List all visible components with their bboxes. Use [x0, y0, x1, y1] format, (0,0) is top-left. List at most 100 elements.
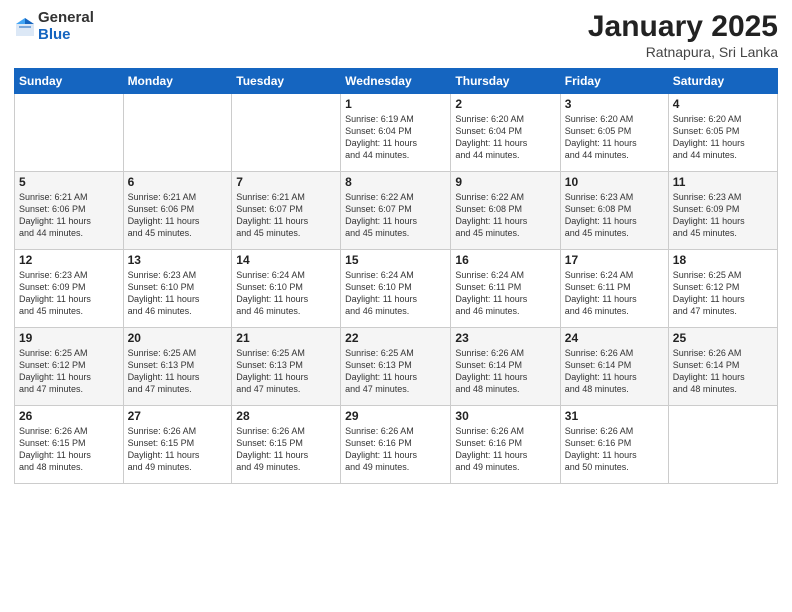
day-info: Sunrise: 6:22 AM Sunset: 6:08 PM Dayligh…: [455, 191, 555, 240]
day-number: 21: [236, 331, 336, 345]
title-block: January 2025 Ratnapura, Sri Lanka: [588, 10, 778, 60]
day-number: 10: [565, 175, 664, 189]
calendar-week-row: 12 Sunrise: 6:23 AM Sunset: 6:09 PM Dayli…: [15, 250, 778, 328]
table-row: [668, 406, 777, 484]
day-info: Sunrise: 6:23 AM Sunset: 6:09 PM Dayligh…: [673, 191, 773, 240]
day-info: Sunrise: 6:24 AM Sunset: 6:11 PM Dayligh…: [455, 269, 555, 318]
table-row: 17 Sunrise: 6:24 AM Sunset: 6:11 PM Dayli…: [560, 250, 668, 328]
day-number: 27: [128, 409, 228, 423]
table-row: 4 Sunrise: 6:20 AM Sunset: 6:05 PM Daylig…: [668, 94, 777, 172]
day-info: Sunrise: 6:20 AM Sunset: 6:04 PM Dayligh…: [455, 113, 555, 162]
day-number: 22: [345, 331, 446, 345]
day-info: Sunrise: 6:26 AM Sunset: 6:15 PM Dayligh…: [19, 425, 119, 474]
day-info: Sunrise: 6:23 AM Sunset: 6:10 PM Dayligh…: [128, 269, 228, 318]
day-number: 17: [565, 253, 664, 267]
day-number: 6: [128, 175, 228, 189]
table-row: 19 Sunrise: 6:25 AM Sunset: 6:12 PM Dayli…: [15, 328, 124, 406]
day-info: Sunrise: 6:23 AM Sunset: 6:08 PM Dayligh…: [565, 191, 664, 240]
logo-general-text: General: [38, 10, 94, 27]
header-thursday: Thursday: [451, 69, 560, 94]
header-saturday: Saturday: [668, 69, 777, 94]
table-row: [15, 94, 124, 172]
day-number: 8: [345, 175, 446, 189]
day-info: Sunrise: 6:26 AM Sunset: 6:16 PM Dayligh…: [565, 425, 664, 474]
logo-text: General Blue: [38, 10, 94, 43]
day-number: 1: [345, 97, 446, 111]
table-row: 20 Sunrise: 6:25 AM Sunset: 6:13 PM Dayli…: [123, 328, 232, 406]
table-row: 5 Sunrise: 6:21 AM Sunset: 6:06 PM Daylig…: [15, 172, 124, 250]
day-info: Sunrise: 6:26 AM Sunset: 6:16 PM Dayligh…: [455, 425, 555, 474]
day-number: 14: [236, 253, 336, 267]
header-monday: Monday: [123, 69, 232, 94]
day-info: Sunrise: 6:21 AM Sunset: 6:06 PM Dayligh…: [128, 191, 228, 240]
page: General Blue January 2025 Ratnapura, Sri…: [0, 0, 792, 612]
table-row: [123, 94, 232, 172]
table-row: 14 Sunrise: 6:24 AM Sunset: 6:10 PM Dayli…: [232, 250, 341, 328]
calendar-week-row: 19 Sunrise: 6:25 AM Sunset: 6:12 PM Dayli…: [15, 328, 778, 406]
day-info: Sunrise: 6:26 AM Sunset: 6:15 PM Dayligh…: [236, 425, 336, 474]
day-number: 28: [236, 409, 336, 423]
calendar-table: Sunday Monday Tuesday Wednesday Thursday…: [14, 68, 778, 484]
day-number: 20: [128, 331, 228, 345]
table-row: [232, 94, 341, 172]
day-info: Sunrise: 6:19 AM Sunset: 6:04 PM Dayligh…: [345, 113, 446, 162]
day-info: Sunrise: 6:20 AM Sunset: 6:05 PM Dayligh…: [565, 113, 664, 162]
table-row: 3 Sunrise: 6:20 AM Sunset: 6:05 PM Daylig…: [560, 94, 668, 172]
table-row: 22 Sunrise: 6:25 AM Sunset: 6:13 PM Dayli…: [341, 328, 451, 406]
calendar-location: Ratnapura, Sri Lanka: [588, 44, 778, 60]
day-info: Sunrise: 6:25 AM Sunset: 6:13 PM Dayligh…: [128, 347, 228, 396]
table-row: 26 Sunrise: 6:26 AM Sunset: 6:15 PM Dayli…: [15, 406, 124, 484]
table-row: 13 Sunrise: 6:23 AM Sunset: 6:10 PM Dayli…: [123, 250, 232, 328]
table-row: 10 Sunrise: 6:23 AM Sunset: 6:08 PM Dayli…: [560, 172, 668, 250]
header: General Blue January 2025 Ratnapura, Sri…: [14, 10, 778, 60]
day-number: 29: [345, 409, 446, 423]
day-info: Sunrise: 6:24 AM Sunset: 6:10 PM Dayligh…: [236, 269, 336, 318]
day-info: Sunrise: 6:21 AM Sunset: 6:06 PM Dayligh…: [19, 191, 119, 240]
day-info: Sunrise: 6:25 AM Sunset: 6:12 PM Dayligh…: [19, 347, 119, 396]
day-info: Sunrise: 6:24 AM Sunset: 6:10 PM Dayligh…: [345, 269, 446, 318]
day-info: Sunrise: 6:26 AM Sunset: 6:16 PM Dayligh…: [345, 425, 446, 474]
day-info: Sunrise: 6:25 AM Sunset: 6:13 PM Dayligh…: [345, 347, 446, 396]
day-number: 12: [19, 253, 119, 267]
day-info: Sunrise: 6:26 AM Sunset: 6:15 PM Dayligh…: [128, 425, 228, 474]
weekday-header-row: Sunday Monday Tuesday Wednesday Thursday…: [15, 69, 778, 94]
day-number: 3: [565, 97, 664, 111]
day-info: Sunrise: 6:26 AM Sunset: 6:14 PM Dayligh…: [673, 347, 773, 396]
day-number: 5: [19, 175, 119, 189]
header-friday: Friday: [560, 69, 668, 94]
day-info: Sunrise: 6:26 AM Sunset: 6:14 PM Dayligh…: [565, 347, 664, 396]
calendar-week-row: 5 Sunrise: 6:21 AM Sunset: 6:06 PM Daylig…: [15, 172, 778, 250]
header-sunday: Sunday: [15, 69, 124, 94]
day-number: 7: [236, 175, 336, 189]
calendar-week-row: 26 Sunrise: 6:26 AM Sunset: 6:15 PM Dayli…: [15, 406, 778, 484]
day-number: 23: [455, 331, 555, 345]
table-row: 23 Sunrise: 6:26 AM Sunset: 6:14 PM Dayli…: [451, 328, 560, 406]
day-number: 11: [673, 175, 773, 189]
day-info: Sunrise: 6:26 AM Sunset: 6:14 PM Dayligh…: [455, 347, 555, 396]
table-row: 25 Sunrise: 6:26 AM Sunset: 6:14 PM Dayli…: [668, 328, 777, 406]
day-number: 4: [673, 97, 773, 111]
day-number: 26: [19, 409, 119, 423]
table-row: 30 Sunrise: 6:26 AM Sunset: 6:16 PM Dayli…: [451, 406, 560, 484]
day-number: 13: [128, 253, 228, 267]
day-info: Sunrise: 6:20 AM Sunset: 6:05 PM Dayligh…: [673, 113, 773, 162]
calendar-week-row: 1 Sunrise: 6:19 AM Sunset: 6:04 PM Daylig…: [15, 94, 778, 172]
table-row: 16Sunrise: 6:24 AM Sunset: 6:11 PM Dayli…: [451, 250, 560, 328]
day-info: Sunrise: 6:23 AM Sunset: 6:09 PM Dayligh…: [19, 269, 119, 318]
day-info: Sunrise: 6:25 AM Sunset: 6:13 PM Dayligh…: [236, 347, 336, 396]
day-number: 31: [565, 409, 664, 423]
day-number: 25: [673, 331, 773, 345]
day-number: 2: [455, 97, 555, 111]
logo: General Blue: [14, 10, 94, 43]
day-info: Sunrise: 6:25 AM Sunset: 6:12 PM Dayligh…: [673, 269, 773, 318]
table-row: 12 Sunrise: 6:23 AM Sunset: 6:09 PM Dayli…: [15, 250, 124, 328]
table-row: 29 Sunrise: 6:26 AM Sunset: 6:16 PM Dayli…: [341, 406, 451, 484]
day-number: 24: [565, 331, 664, 345]
day-number: 19: [19, 331, 119, 345]
day-number: 30: [455, 409, 555, 423]
table-row: 21 Sunrise: 6:25 AM Sunset: 6:13 PM Dayli…: [232, 328, 341, 406]
day-number: 15: [345, 253, 446, 267]
table-row: 11 Sunrise: 6:23 AM Sunset: 6:09 PM Dayli…: [668, 172, 777, 250]
day-info: Sunrise: 6:24 AM Sunset: 6:11 PM Dayligh…: [565, 269, 664, 318]
header-wednesday: Wednesday: [341, 69, 451, 94]
